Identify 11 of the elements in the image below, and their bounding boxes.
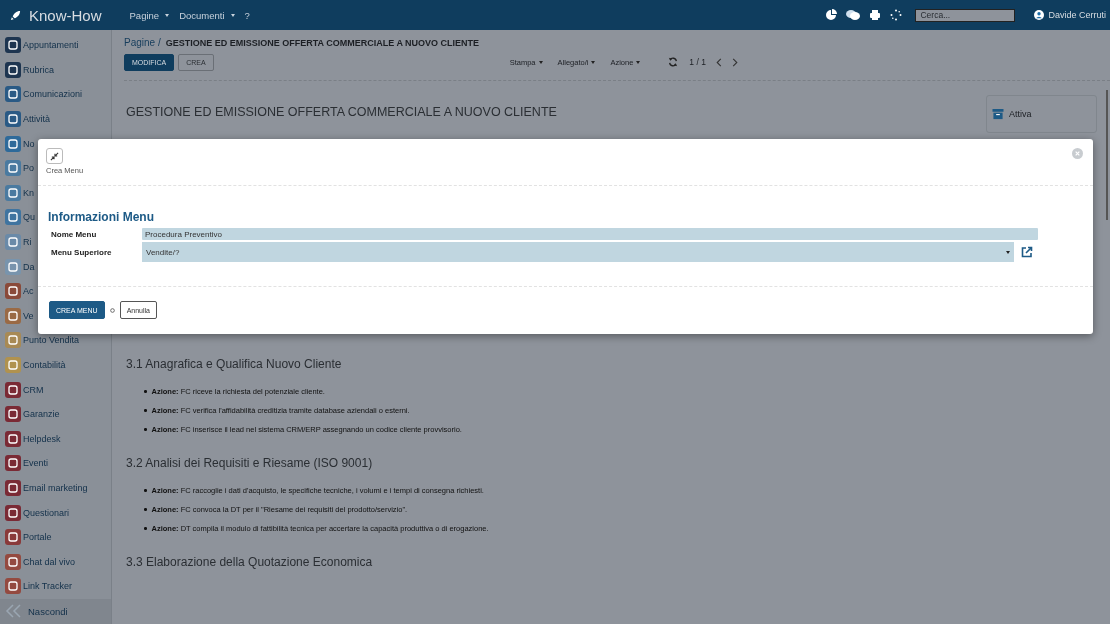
section-heading: 3.1 Anagrafica e Qualifica Nuovo Cliente xyxy=(126,357,343,371)
field-label: Nome Menu xyxy=(50,229,98,239)
document-title: GESTIONE ED EMISSIONE OFFERTA COMMERCIALE A NUOVO CLIENTE xyxy=(126,105,557,119)
section-heading: 3.3 Elaborazione della Quotazione Economica xyxy=(126,555,374,569)
status-card: Attiva xyxy=(986,95,1097,133)
pager-text: 1 / 1 xyxy=(689,57,706,67)
section-heading: 3.2 Analisi dei Requisiti e Riesame (ISO 9001) xyxy=(126,456,374,470)
app-name: Know-How xyxy=(29,6,102,24)
field-label: Menu Superiore xyxy=(50,247,113,257)
page-title: GESTIONE ED EMISSIONE OFFERTA COMMERCIALE A NUOVO CLIENTE xyxy=(165,38,480,48)
section-title: Informazioni Menu xyxy=(48,210,155,224)
